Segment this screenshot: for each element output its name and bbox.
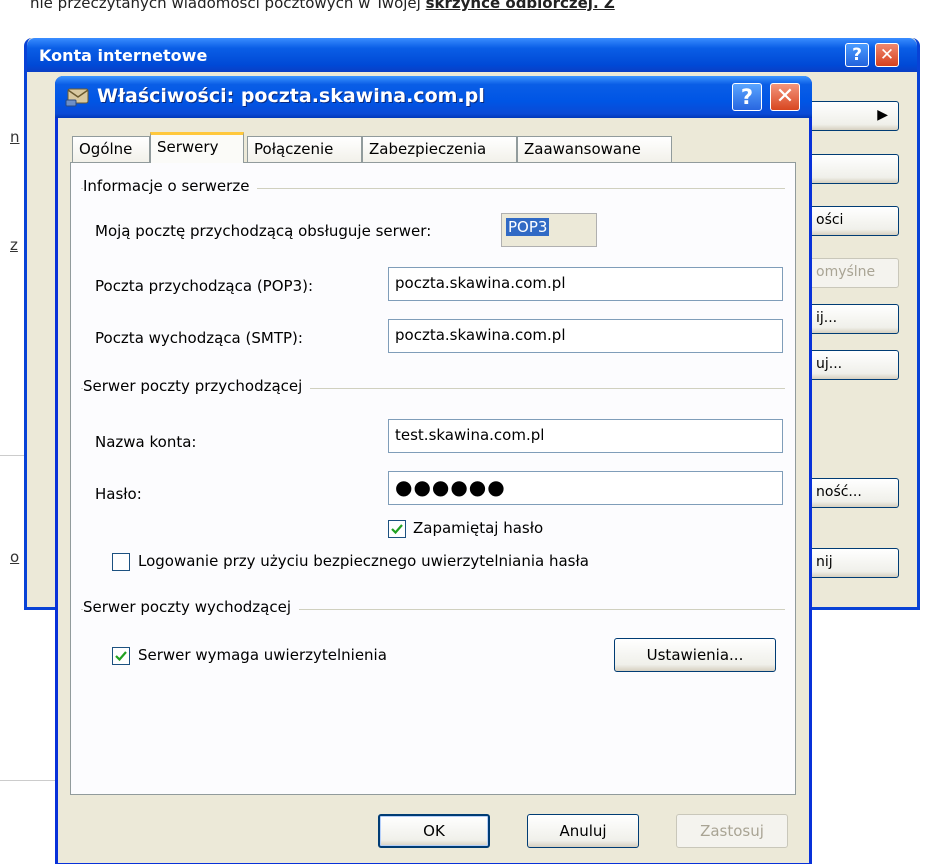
accounts-set-default-button[interactable]: omyślne [807, 258, 899, 288]
remember-password-checkbox[interactable] [388, 520, 406, 538]
more-tab-arrow-button[interactable]: ▶ [807, 101, 899, 131]
server-requires-auth-checkbox[interactable] [112, 647, 130, 665]
accounts-close-button[interactable]: nij [807, 548, 899, 578]
accounts-properties-button[interactable]: ości [807, 206, 899, 236]
accounts-order-button[interactable]: ność... [807, 478, 899, 508]
server-requires-auth-label: Serwer wymaga uwierzytelnienia [138, 646, 387, 664]
ok-button[interactable]: OK [378, 814, 490, 848]
incoming-type-label: Moją pocztę przychodzącą obsługuje serwe… [95, 222, 432, 240]
tab-connection[interactable]: Połączenie [247, 136, 362, 162]
internet-accounts-titlebar: Konta internetowe [27, 38, 917, 72]
password-label: Hasło: [95, 485, 142, 503]
background-side-link[interactable]: z [10, 236, 18, 254]
account-name-input[interactable]: test.skawina.com.pl [388, 419, 783, 453]
accounts-import-button[interactable]: ij... [807, 304, 899, 334]
remember-password-label: Zapamiętaj hasło [413, 519, 544, 537]
incoming-server-group-label: Serwer poczty przychodzącej [83, 377, 311, 395]
internet-accounts-title: Konta internetowe [39, 46, 208, 65]
background-side-link[interactable]: o [10, 548, 19, 566]
apply-button[interactable]: Zastosuj [676, 814, 788, 848]
outgoing-server-input[interactable]: poczta.skawina.com.pl [388, 319, 783, 353]
dialog-titlebar: Właściwości: poczta.skawina.com.pl ? ✕ [55, 76, 812, 118]
outgoing-server-group-label: Serwer poczty wychodzącej [83, 598, 300, 616]
background-divider [0, 780, 60, 781]
background-link[interactable]: skrzynce odbiorczej. Z [426, 0, 615, 12]
servers-tab-panel: Informacje o serwerze Moją pocztę przych… [70, 162, 796, 795]
tab-security[interactable]: Zabezpieczenia [362, 136, 517, 162]
dialog-title: Właściwości: poczta.skawina.com.pl [97, 85, 485, 107]
tab-servers[interactable]: Serwery [150, 132, 244, 163]
background-side-link[interactable]: n [10, 128, 20, 146]
account-name-label: Nazwa konta: [95, 433, 197, 451]
help-icon[interactable]: ? [732, 83, 762, 111]
incoming-server-label: Poczta przychodząca (POP3): [95, 277, 314, 295]
cancel-button[interactable]: Anuluj [527, 814, 639, 848]
secure-password-auth-label: Logowanie przy użyciu bezpiecznego uwier… [138, 552, 589, 570]
account-properties-dialog: Właściwości: poczta.skawina.com.pl ? ✕ O… [55, 76, 812, 864]
incoming-server-type-value: POP3 [506, 218, 550, 236]
background-page-text: nie przeczytanych wiadomości pocztowych … [30, 0, 615, 12]
incoming-server-type-field[interactable]: POP3 [501, 213, 597, 247]
secure-password-auth-checkbox[interactable] [112, 553, 130, 571]
mail-account-icon [65, 88, 89, 107]
outgoing-settings-button[interactable]: Ustawienia... [614, 638, 776, 672]
checkmark-icon [391, 524, 403, 535]
outgoing-server-label: Poczta wychodząca (SMTP): [95, 329, 303, 347]
close-icon[interactable]: ✕ [875, 43, 899, 67]
password-input[interactable]: ●●●●●● [388, 471, 783, 505]
help-icon[interactable]: ? [845, 43, 869, 67]
accounts-add-button[interactable] [807, 154, 899, 184]
tab-general[interactable]: Ogólne [72, 136, 150, 162]
close-icon[interactable]: ✕ [770, 83, 800, 111]
checkmark-icon [115, 651, 127, 662]
tab-advanced[interactable]: Zaawansowane [517, 136, 672, 162]
incoming-server-input[interactable]: poczta.skawina.com.pl [388, 267, 783, 301]
background-text: nie przeczytanych wiadomości pocztowych … [30, 0, 421, 12]
accounts-export-button[interactable]: uj... [807, 350, 899, 380]
server-info-group-label: Informacje o serwerze [83, 177, 258, 195]
